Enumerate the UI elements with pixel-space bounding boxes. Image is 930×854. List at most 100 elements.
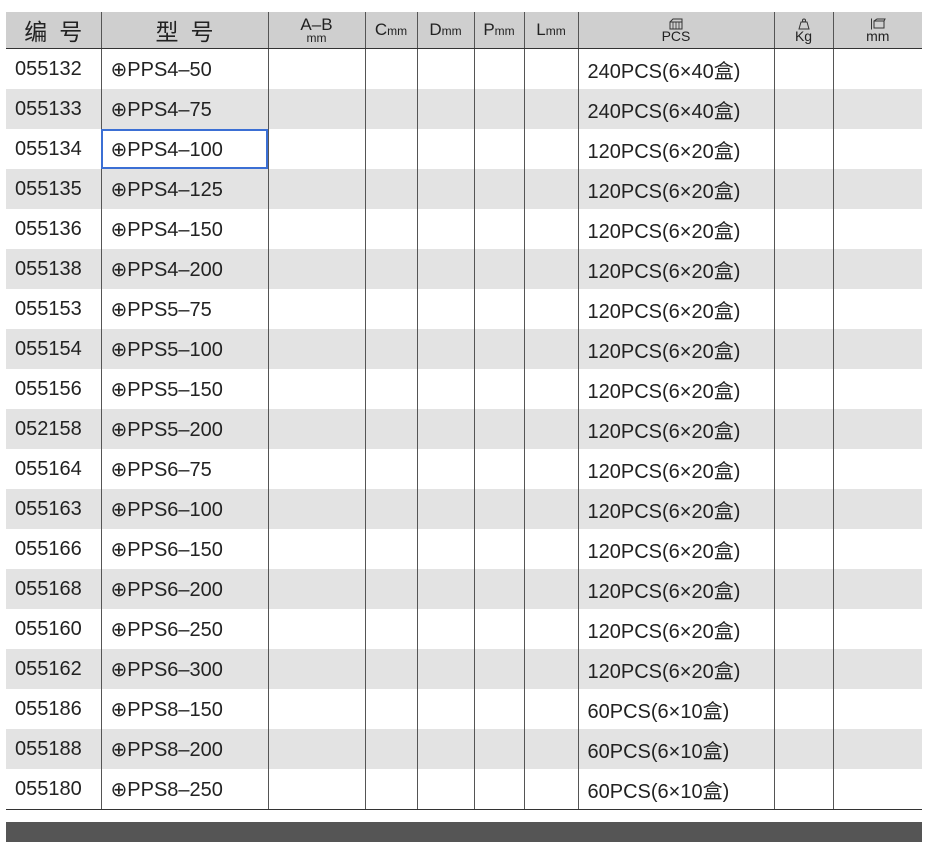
cell-d[interactable] [416, 409, 475, 449]
cell-d[interactable] [416, 289, 475, 329]
cell-l[interactable] [523, 169, 579, 209]
cell-mm[interactable] [832, 329, 922, 369]
cell-p[interactable] [473, 729, 525, 769]
cell-ab[interactable] [267, 529, 366, 569]
cell-d[interactable] [416, 489, 475, 529]
cell-c[interactable] [364, 209, 418, 249]
cell-code[interactable]: 055133 [6, 89, 102, 129]
cell-mm[interactable] [832, 569, 922, 609]
cell-pcs[interactable]: 120PCS(6×20盒) [577, 449, 775, 489]
cell-model[interactable]: ⊕PPS6–300 [100, 649, 269, 689]
cell-d[interactable] [416, 689, 475, 729]
cell-code[interactable]: 055163 [6, 489, 102, 529]
cell-l[interactable] [523, 409, 579, 449]
cell-kg[interactable] [773, 529, 834, 569]
cell-l[interactable] [523, 129, 579, 169]
cell-d[interactable] [416, 169, 475, 209]
cell-code[interactable]: 055138 [6, 249, 102, 289]
cell-mm[interactable] [832, 209, 922, 249]
cell-pcs[interactable]: 120PCS(6×20盒) [577, 289, 775, 329]
cell-kg[interactable] [773, 609, 834, 649]
cell-code[interactable]: 055136 [6, 209, 102, 249]
cell-mm[interactable] [832, 249, 922, 289]
cell-code[interactable]: 055186 [6, 689, 102, 729]
cell-c[interactable] [364, 129, 418, 169]
cell-d[interactable] [416, 449, 475, 489]
cell-d[interactable] [416, 769, 475, 810]
cell-mm[interactable] [832, 289, 922, 329]
cell-ab[interactable] [267, 769, 366, 810]
cell-d[interactable] [416, 89, 475, 129]
cell-c[interactable] [364, 329, 418, 369]
cell-p[interactable] [473, 769, 525, 810]
cell-p[interactable] [473, 649, 525, 689]
cell-ab[interactable] [267, 409, 366, 449]
cell-p[interactable] [473, 369, 525, 409]
cell-p[interactable] [473, 609, 525, 649]
cell-kg[interactable] [773, 769, 834, 810]
cell-kg[interactable] [773, 329, 834, 369]
cell-p[interactable] [473, 689, 525, 729]
cell-pcs[interactable]: 120PCS(6×20盒) [577, 329, 775, 369]
cell-l[interactable] [523, 489, 579, 529]
cell-model[interactable]: ⊕PPS6–250 [100, 609, 269, 649]
cell-p[interactable] [473, 569, 525, 609]
cell-l[interactable] [523, 649, 579, 689]
cell-kg[interactable] [773, 209, 834, 249]
cell-pcs[interactable]: 240PCS(6×40盒) [577, 48, 775, 89]
cell-pcs[interactable]: 240PCS(6×40盒) [577, 89, 775, 129]
cell-p[interactable] [473, 209, 525, 249]
cell-c[interactable] [364, 449, 418, 489]
cell-l[interactable] [523, 769, 579, 810]
cell-d[interactable] [416, 249, 475, 289]
cell-c[interactable] [364, 649, 418, 689]
cell-p[interactable] [473, 489, 525, 529]
cell-code[interactable]: 055132 [6, 48, 102, 89]
cell-pcs[interactable]: 60PCS(6×10盒) [577, 689, 775, 729]
cell-l[interactable] [523, 249, 579, 289]
cell-kg[interactable] [773, 89, 834, 129]
cell-kg[interactable] [773, 729, 834, 769]
cell-pcs[interactable]: 120PCS(6×20盒) [577, 529, 775, 569]
cell-ab[interactable] [267, 609, 366, 649]
cell-model[interactable]: ⊕PPS8–250 [100, 769, 269, 810]
cell-pcs[interactable]: 120PCS(6×20盒) [577, 409, 775, 449]
cell-p[interactable] [473, 48, 525, 89]
cell-mm[interactable] [832, 529, 922, 569]
cell-ab[interactable] [267, 249, 366, 289]
cell-code[interactable]: 055153 [6, 289, 102, 329]
cell-model[interactable]: ⊕PPS4–75 [100, 89, 269, 129]
cell-model[interactable]: ⊕PPS5–75 [100, 289, 269, 329]
cell-model[interactable]: ⊕PPS8–200 [100, 729, 269, 769]
cell-model[interactable]: ⊕PPS8–150 [100, 689, 269, 729]
cell-model[interactable]: ⊕PPS4–100 [100, 129, 269, 169]
cell-p[interactable] [473, 89, 525, 129]
cell-d[interactable] [416, 609, 475, 649]
cell-d[interactable] [416, 209, 475, 249]
cell-kg[interactable] [773, 689, 834, 729]
cell-p[interactable] [473, 289, 525, 329]
cell-code[interactable]: 055164 [6, 449, 102, 489]
cell-code[interactable]: 055135 [6, 169, 102, 209]
cell-mm[interactable] [832, 449, 922, 489]
cell-c[interactable] [364, 89, 418, 129]
cell-mm[interactable] [832, 48, 922, 89]
cell-mm[interactable] [832, 609, 922, 649]
cell-d[interactable] [416, 569, 475, 609]
cell-ab[interactable] [267, 209, 366, 249]
cell-c[interactable] [364, 169, 418, 209]
cell-code[interactable]: 055168 [6, 569, 102, 609]
cell-l[interactable] [523, 329, 579, 369]
cell-kg[interactable] [773, 649, 834, 689]
cell-c[interactable] [364, 729, 418, 769]
cell-p[interactable] [473, 249, 525, 289]
cell-ab[interactable] [267, 729, 366, 769]
cell-c[interactable] [364, 409, 418, 449]
cell-l[interactable] [523, 729, 579, 769]
cell-kg[interactable] [773, 569, 834, 609]
cell-kg[interactable] [773, 409, 834, 449]
cell-mm[interactable] [832, 369, 922, 409]
cell-d[interactable] [416, 369, 475, 409]
cell-pcs[interactable]: 60PCS(6×10盒) [577, 769, 775, 810]
cell-ab[interactable] [267, 169, 366, 209]
